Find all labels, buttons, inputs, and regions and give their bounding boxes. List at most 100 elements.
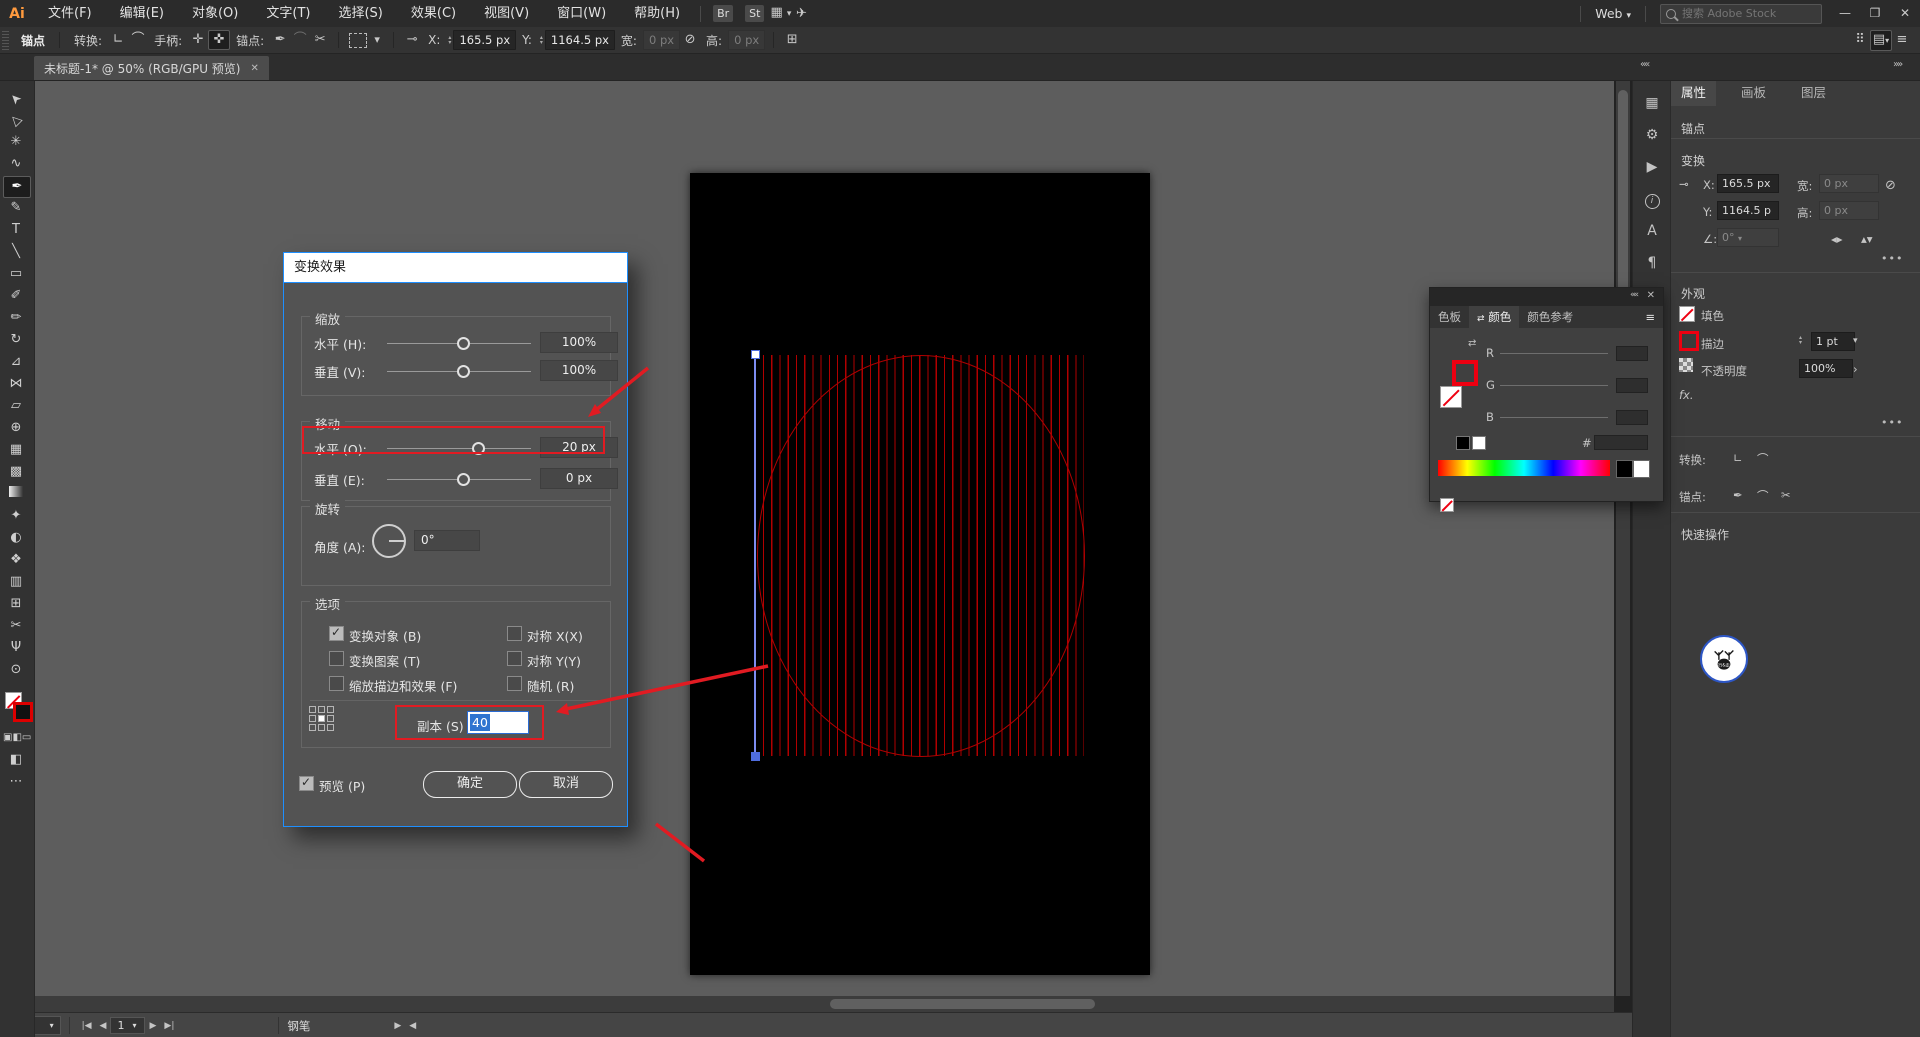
tool-perspective-grid[interactable]: ▦: [3, 440, 29, 460]
menu-object[interactable]: 对象(O): [178, 0, 252, 27]
character-panel-icon[interactable]: A: [1633, 223, 1671, 239]
arrange-documents-icon[interactable]: ⠿: [1850, 30, 1870, 50]
opacity-dropdown[interactable]: 100%: [1799, 359, 1853, 378]
tool-column-graph[interactable]: ▥: [3, 572, 29, 592]
scale-v-slider-thumb[interactable]: [457, 365, 470, 378]
color-spectrum[interactable]: [1438, 460, 1610, 476]
spectrum-black-swatch[interactable]: [1616, 460, 1633, 478]
minimize-button[interactable]: —: [1830, 0, 1860, 27]
tool-eyedropper[interactable]: ✦: [3, 506, 29, 526]
tool-selection[interactable]: ➤: [3, 88, 29, 108]
copies-input[interactable]: 40: [467, 711, 529, 734]
stroke-color-swatch[interactable]: [1679, 331, 1699, 351]
document-tab[interactable]: 未标题-1* @ 50% (RGB/GPU 预览) ✕: [34, 56, 269, 80]
color-panel-header[interactable]: «« ✕: [1430, 288, 1663, 306]
convert-smooth-icon[interactable]: ⌒: [1757, 451, 1769, 467]
restore-button[interactable]: ❐: [1860, 0, 1890, 27]
tool-symbol-sprayer[interactable]: ❖: [3, 550, 29, 570]
screen-mode-icon[interactable]: ◧: [3, 750, 29, 770]
panel-grip[interactable]: [2, 30, 9, 50]
menu-select[interactable]: 选择(S): [324, 0, 396, 27]
smooth-anchor-icon[interactable]: ⌒: [1757, 488, 1769, 504]
tool-shaper[interactable]: ✏: [3, 308, 29, 328]
connect-anchor-icon[interactable]: ⌒: [290, 30, 310, 50]
collapse-panel-icon[interactable]: ««: [1630, 290, 1637, 300]
tool-curvature[interactable]: ✎: [3, 198, 29, 218]
reference-point-icon[interactable]: ⊸: [1679, 177, 1689, 191]
menu-edit[interactable]: 编辑(E): [106, 0, 178, 27]
tool-slice[interactable]: ✂: [3, 616, 29, 636]
fx-button[interactable]: fx.: [1679, 388, 1694, 402]
blue-value-input[interactable]: [1616, 410, 1648, 425]
tool-rectangle[interactable]: ▭: [3, 264, 29, 284]
share-icon[interactable]: ✈: [791, 4, 811, 24]
stock-button[interactable]: St: [745, 5, 764, 22]
reference-point-selector[interactable]: [309, 706, 334, 731]
horizontal-scrollbar-thumb[interactable]: [830, 999, 1095, 1009]
close-button[interactable]: ✕: [1890, 0, 1920, 27]
prop-x-input[interactable]: 165.5 px: [1717, 174, 1779, 193]
preview-checkbox[interactable]: [299, 776, 314, 791]
cut-anchor-icon[interactable]: ✂: [1781, 488, 1791, 502]
transform-objects-checkbox[interactable]: [329, 626, 344, 641]
next-artboard-button[interactable]: ▶: [145, 1021, 160, 1031]
bbox-dropdown-icon[interactable]: ▾: [369, 30, 385, 50]
close-document-icon[interactable]: ✕: [251, 63, 259, 74]
bounding-box-icon[interactable]: [349, 33, 367, 48]
expand-dock-icon[interactable]: ««: [1640, 59, 1648, 70]
align-anchor-icon[interactable]: ⊸: [402, 30, 422, 50]
cut-path-icon[interactable]: ✂: [310, 30, 330, 50]
tab-artboards[interactable]: 画板: [1731, 80, 1776, 106]
green-slider[interactable]: [1500, 385, 1608, 386]
tab-properties[interactable]: 属性: [1671, 80, 1716, 106]
prop-width-input[interactable]: 0 px: [1819, 174, 1879, 193]
prop-angle-dropdown[interactable]: 0° ▾: [1717, 228, 1779, 247]
tool-zoom[interactable]: ⊙: [3, 660, 29, 680]
prop-height-input[interactable]: 0 px: [1819, 201, 1879, 220]
scale-h-input[interactable]: 100%: [540, 332, 618, 353]
flip-horizontal-icon[interactable]: ◂▸: [1831, 232, 1843, 246]
spectrum-white-swatch[interactable]: [1633, 460, 1650, 478]
menu-file[interactable]: 文件(F): [34, 0, 106, 27]
search-input[interactable]: [1680, 6, 1804, 21]
menu-window[interactable]: 窗口(W): [543, 0, 620, 27]
prop-y-input[interactable]: 1164.5 p: [1717, 201, 1779, 220]
panel-menu-icon[interactable]: ≡: [1645, 310, 1655, 324]
bridge-button[interactable]: Br: [713, 5, 733, 22]
status-collapse-icon[interactable]: ◀: [405, 1021, 420, 1031]
scale-v-input[interactable]: 100%: [540, 360, 618, 381]
scale-h-slider-thumb[interactable]: [457, 337, 470, 350]
workspace-layout-icon[interactable]: ▤▾: [1870, 30, 1892, 51]
fill-color-swatch[interactable]: [1679, 306, 1695, 322]
stroke-weight-stepper[interactable]: ▴▾: [1799, 335, 1802, 345]
show-handles-icon[interactable]: ✛: [188, 30, 208, 50]
tool-lasso[interactable]: ∿: [3, 154, 29, 174]
height-input[interactable]: 0 px: [728, 30, 765, 50]
hex-input[interactable]: [1594, 435, 1648, 450]
actions-panel-icon[interactable]: ▶: [1633, 159, 1671, 175]
link-dimensions-icon[interactable]: ⊘: [680, 30, 700, 50]
blue-slider[interactable]: [1500, 417, 1608, 418]
first-artboard-button[interactable]: |◀: [78, 1021, 96, 1031]
tool-direct-selection[interactable]: ▷: [3, 110, 29, 130]
tool-blend[interactable]: ◐: [3, 528, 29, 548]
flip-vertical-icon[interactable]: ▴▾: [1861, 232, 1873, 246]
vertical-scrollbar[interactable]: [1616, 80, 1630, 996]
cancel-button[interactable]: 取消: [519, 771, 613, 798]
previous-artboard-button[interactable]: ◀: [96, 1021, 111, 1031]
width-input[interactable]: 0 px: [643, 30, 680, 50]
hide-handles-icon[interactable]: ✜: [208, 30, 230, 50]
anchor-handle-top[interactable]: [751, 350, 760, 359]
tool-pen[interactable]: ✒: [3, 176, 31, 198]
menu-view[interactable]: 视图(V): [470, 0, 543, 27]
move-v-slider-thumb[interactable]: [457, 473, 470, 486]
menu-effect[interactable]: 效果(C): [397, 0, 470, 27]
tool-mesh[interactable]: ▩: [3, 462, 29, 482]
workspace-dropdown[interactable]: Web ▾: [1587, 6, 1639, 21]
angle-dial[interactable]: [372, 524, 406, 558]
move-v-input[interactable]: 0 px: [540, 468, 618, 489]
close-panel-icon[interactable]: ✕: [1647, 290, 1655, 301]
tool-width[interactable]: ⋈: [3, 374, 29, 394]
white-swatch[interactable]: [1472, 436, 1486, 450]
x-stepper[interactable]: ▴▾: [448, 35, 451, 45]
